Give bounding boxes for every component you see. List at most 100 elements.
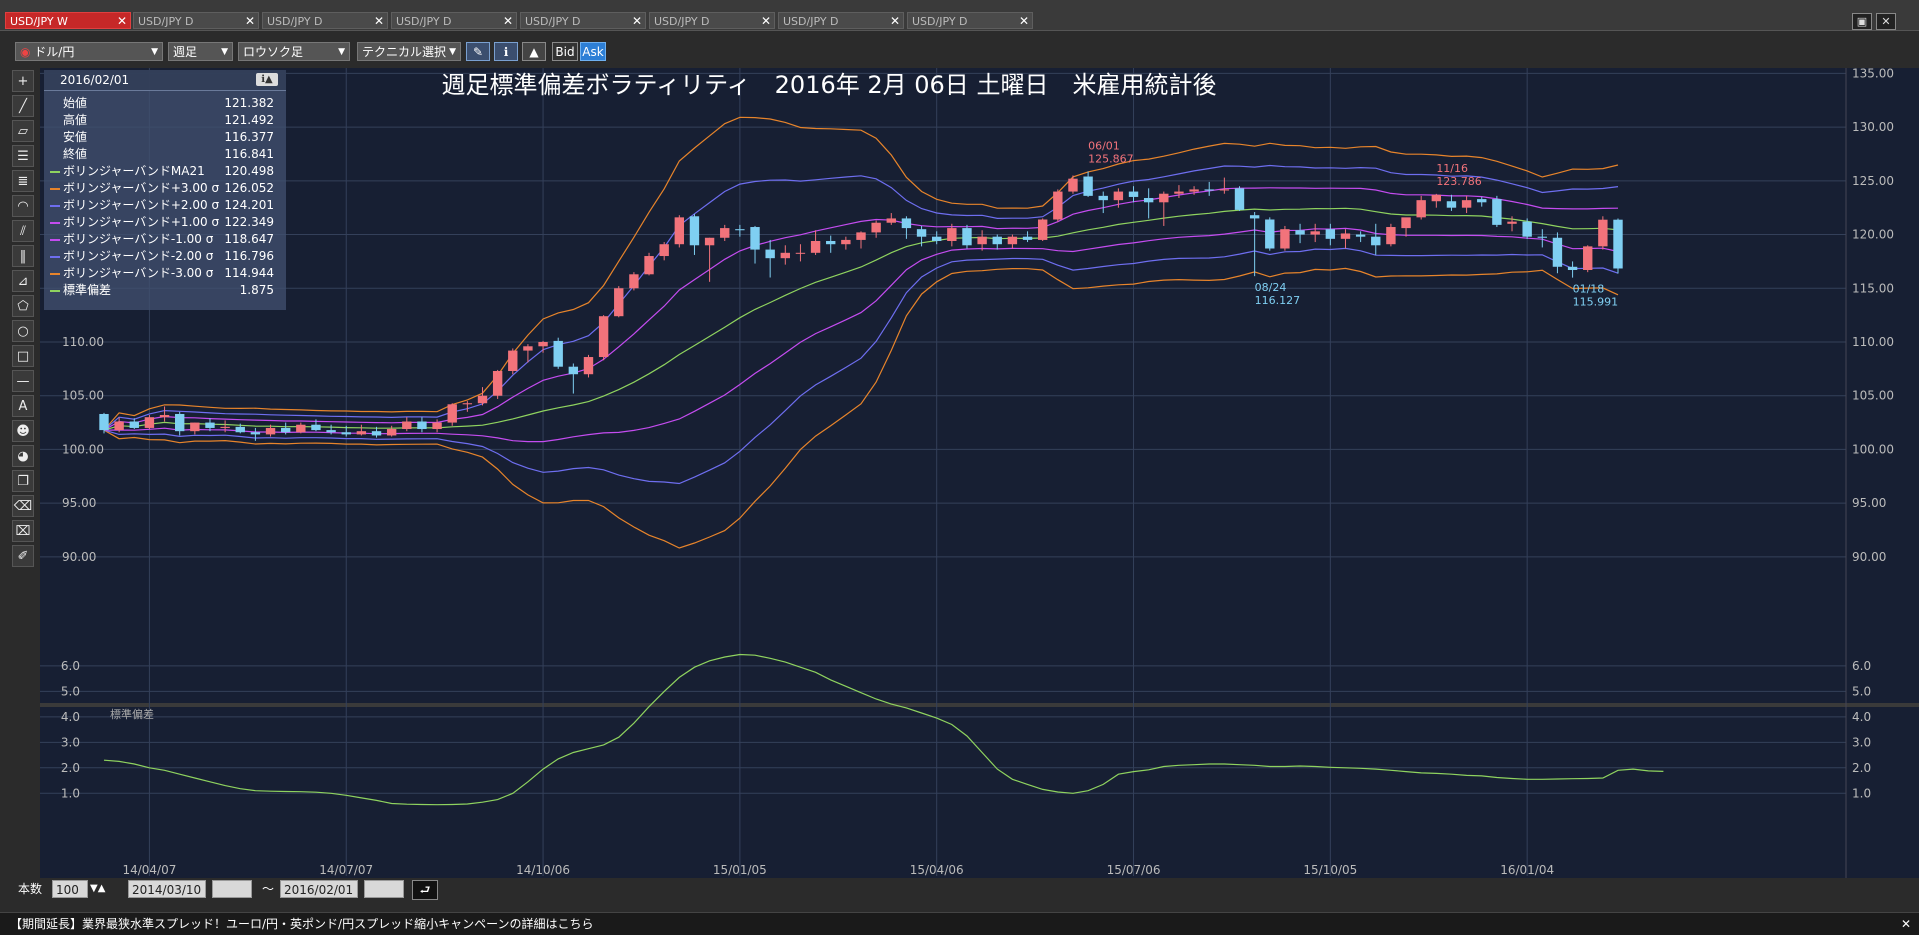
- tab-usd-jpy-d[interactable]: USD/JPY D ✕: [649, 12, 775, 29]
- x-tick-label: 15/10/05: [1303, 863, 1357, 877]
- close-icon[interactable]: ✕: [117, 13, 127, 30]
- info-row: ボリンジャーバンド-2.00 σ 116.796: [44, 248, 286, 265]
- chevron-down-icon: ▼: [338, 47, 345, 57]
- candle-body: [901, 218, 912, 229]
- technical-select[interactable]: テクニカル選択 ▼: [357, 42, 461, 61]
- pencil-icon[interactable]: ✎: [466, 42, 490, 61]
- from-time-input[interactable]: [212, 880, 252, 898]
- bid-button[interactable]: Bid: [552, 42, 578, 61]
- x-tick-label: 16/01/04: [1500, 863, 1554, 877]
- delete-icon[interactable]: ⌫: [12, 495, 34, 517]
- std-tick-right: 2.0: [1852, 761, 1871, 775]
- tab-usd-jpy-d[interactable]: USD/JPY D ✕: [520, 12, 646, 29]
- fibonacci-icon[interactable]: ≣: [12, 170, 34, 192]
- std-tick-left: 2.0: [61, 761, 80, 775]
- tab-bar: USD/JPY W ✕ USD/JPY D ✕ USD/JPY D ✕ USD/JPY…: [0, 0, 1919, 31]
- crosshair-icon[interactable]: +: [12, 70, 34, 92]
- close-icon[interactable]: ✕: [1019, 13, 1029, 30]
- maximize-icon[interactable]: ▣: [1852, 13, 1872, 30]
- ruler-icon[interactable]: ▱: [12, 120, 34, 142]
- candle-body: [568, 366, 579, 375]
- std-tick-right: 5.0: [1852, 684, 1871, 698]
- from-date-input[interactable]: 2014/03/10: [128, 880, 206, 898]
- candle-body: [356, 431, 367, 435]
- count-stepper-icon[interactable]: ▼▲: [90, 880, 105, 898]
- close-window-icon[interactable]: ✕: [1876, 13, 1896, 30]
- price-tick-left: 105.00: [62, 389, 104, 403]
- gann-icon[interactable]: ⊿: [12, 270, 34, 292]
- close-icon[interactable]: ✕: [503, 13, 513, 30]
- info-toggle-icon[interactable]: ℹ▲: [256, 73, 278, 86]
- candle-body: [371, 431, 382, 436]
- arc-icon[interactable]: ◠: [12, 195, 34, 217]
- pentagon-icon[interactable]: ⬠: [12, 295, 34, 317]
- tab-usd-jpy-d[interactable]: USD/JPY D ✕: [133, 12, 259, 29]
- tab-usd-jpy-w[interactable]: USD/JPY W ✕: [5, 12, 131, 29]
- period-select[interactable]: 週足 ▼: [168, 42, 233, 61]
- x-tick-label: 14/04/07: [122, 863, 176, 877]
- info-row-label: 安値: [63, 130, 88, 144]
- circle-icon[interactable]: ○: [12, 320, 34, 342]
- chart-svg[interactable]: 135.00130.00125.00120.00115.00115.00110.…: [40, 66, 1919, 878]
- fan-icon[interactable]: ⫽: [12, 220, 34, 242]
- horizontal-line-icon[interactable]: —: [12, 370, 34, 392]
- tag-icon[interactable]: ✐: [12, 545, 34, 567]
- refresh-icon[interactable]: ⮐: [412, 880, 438, 900]
- legend-swatch: [50, 204, 60, 207]
- cycle-lines-icon[interactable]: ‖: [12, 245, 34, 267]
- close-icon[interactable]: ✕: [632, 13, 642, 30]
- info-row-value: 118.647: [224, 232, 274, 246]
- info-row: ボリンジャーバンド+1.00 σ 122.349: [44, 214, 286, 231]
- chart-area[interactable]: 135.00130.00125.00120.00115.00115.00110.…: [40, 66, 1919, 878]
- tab-usd-jpy-d[interactable]: USD/JPY D ✕: [778, 12, 904, 29]
- chart-background: [40, 68, 1919, 878]
- tab-usd-jpy-d[interactable]: USD/JPY D ✕: [262, 12, 388, 29]
- std-tick-left: 3.0: [61, 735, 80, 749]
- tab-usd-jpy-d[interactable]: USD/JPY D ✕: [391, 12, 517, 29]
- tab-usd-jpy-d[interactable]: USD/JPY D ✕: [907, 12, 1033, 29]
- count-input[interactable]: 100: [52, 880, 88, 898]
- price-tick-right: 90.00: [1852, 550, 1886, 564]
- copy-icon[interactable]: ❐: [12, 470, 34, 492]
- info-row-value: 114.944: [224, 266, 274, 280]
- close-icon[interactable]: ✕: [374, 13, 384, 30]
- chart-title: 週足標準偏差ボラティリティ 2016年 2月 06日 土曜日 米雇用統計後: [442, 71, 1217, 99]
- magnet-icon[interactable]: ◕: [12, 445, 34, 467]
- area-chart-icon[interactable]: ▲: [522, 42, 546, 61]
- close-icon[interactable]: ✕: [245, 13, 255, 30]
- chart-style-select[interactable]: ロウソク足 ▼: [238, 42, 350, 61]
- candle-body: [1598, 219, 1608, 247]
- candle-body: [265, 427, 276, 435]
- candle-body: [326, 430, 336, 433]
- ask-button[interactable]: Ask: [580, 42, 606, 61]
- close-icon[interactable]: ✕: [761, 13, 771, 30]
- candle-body: [1053, 191, 1063, 220]
- info-row-label: ボリンジャーバンドMA21: [63, 164, 205, 178]
- candle-body: [735, 229, 745, 231]
- candle-body: [1583, 246, 1593, 270]
- pane-divider: [40, 703, 1919, 707]
- horizontal-lines-icon[interactable]: ☰: [12, 145, 34, 167]
- range-bar: 本数 100 ▼▲ 2014/03/10 ～ 2016/02/01 ⮐: [0, 878, 1919, 902]
- to-time-input[interactable]: [364, 880, 404, 898]
- candle-body: [296, 424, 306, 433]
- currency-pair-select[interactable]: ◉ ドル/円 ▼: [15, 42, 163, 61]
- trendline-icon[interactable]: ╱: [12, 95, 34, 117]
- close-icon[interactable]: ✕: [1901, 913, 1911, 935]
- icon-stamp-icon[interactable]: ☻: [12, 420, 34, 442]
- price-tick-right: 105.00: [1852, 389, 1894, 403]
- text-icon[interactable]: A: [12, 395, 34, 417]
- candle-body: [402, 421, 412, 430]
- info-row-value: 121.492: [224, 113, 274, 127]
- rectangle-icon[interactable]: □: [12, 345, 34, 367]
- to-date-input[interactable]: 2016/02/01: [280, 880, 358, 898]
- info-row-value: 116.377: [224, 130, 274, 144]
- candle-body: [1416, 200, 1426, 218]
- info-row-label: ボリンジャーバンド-3.00 σ: [63, 266, 214, 280]
- info-icon[interactable]: ℹ: [494, 42, 518, 61]
- tab-label: USD/JPY D: [525, 15, 581, 28]
- eraser-icon[interactable]: ⌧: [12, 520, 34, 542]
- close-icon[interactable]: ✕: [890, 13, 900, 30]
- candle-body: [932, 236, 942, 241]
- news-ticker[interactable]: 【期間延長】業界最狭水準スプレッド！ユーロ/円・英ポンド/円スプレッド縮小キャン…: [0, 912, 1919, 935]
